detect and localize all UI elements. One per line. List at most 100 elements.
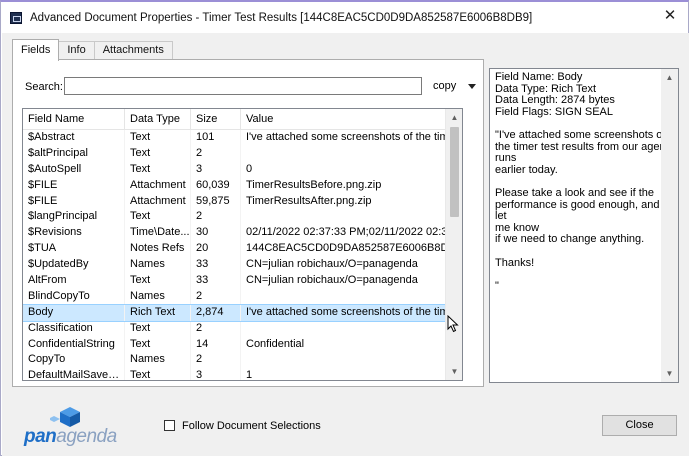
field-name-cell: $langPrincipal <box>23 209 125 226</box>
field-name-cell: $FILE <box>23 193 125 210</box>
field-name-cell: $AutoSpell <box>23 161 125 178</box>
table-row[interactable]: $TUA Notes Refs 20 144C8EAC5CD0D9DA852587E6… <box>23 241 462 258</box>
data-type-cell: Names <box>125 257 191 274</box>
chevron-down-icon <box>468 83 477 89</box>
follow-selections-label[interactable]: Follow Document Selections <box>182 420 321 432</box>
follow-selections-checkbox[interactable] <box>164 420 175 431</box>
table-row[interactable]: ConfidentialString Text 14 Confidential <box>23 336 462 353</box>
table-row[interactable]: $FILE Attachment 60,039 TimerResultsBefore.… <box>23 177 462 194</box>
detail-line: performance is good enough, and let <box>495 198 660 223</box>
table-row[interactable]: BlindCopyTo Names 2 <box>23 288 462 305</box>
scroll-down-icon[interactable]: ▼ <box>446 363 462 380</box>
size-cell: 60,039 <box>191 177 241 194</box>
table-row[interactable]: $UpdatedBy Names 33 CN=julian robichaux/O=p… <box>23 257 462 274</box>
panagenda-wordmark: panagenda <box>24 426 117 447</box>
panagenda-logo: panagenda <box>24 406 134 450</box>
field-name-cell: DefaultMailSaveOp... <box>23 368 125 380</box>
search-input[interactable] <box>64 77 422 95</box>
data-type-cell: Text <box>125 145 191 162</box>
data-type-cell: Attachment <box>125 177 191 194</box>
detail-line: runs <box>495 152 517 165</box>
table-row[interactable]: $FILE Attachment 59,875 TimerResultsAfter.p… <box>23 193 462 210</box>
value-cell: 1 <box>241 368 462 380</box>
data-type-cell: Text <box>125 209 191 226</box>
data-type-cell: Names <box>125 288 191 305</box>
size-cell: 3 <box>191 368 241 380</box>
fields-table: Field Name Data Type Size Value $Abstrac… <box>22 108 463 381</box>
detail-line <box>495 246 674 258</box>
table-row[interactable]: $langPrincipal Text 2 <box>23 209 462 226</box>
detail-line: earlier today. <box>495 163 558 176</box>
table-row[interactable]: Classification Text 2 <box>23 320 462 337</box>
tab-info[interactable]: Info <box>58 41 95 60</box>
field-detail-text: Field Name: Body Data Type: Rich Text Data… <box>495 71 674 292</box>
column-header-size[interactable]: Size <box>191 109 241 130</box>
dialog-window: Advanced Document Properties - Timer Tes… <box>0 0 689 456</box>
tab-strip: Fields Info Attachments <box>12 39 173 61</box>
table-vertical-scrollbar[interactable]: ▲ ▼ <box>445 109 462 380</box>
table-row[interactable]: $altPrincipal Text 2 <box>23 145 462 162</box>
detail-line: Thanks! <box>495 256 535 269</box>
data-type-cell: Attachment <box>125 193 191 210</box>
value-cell: TimerResultsAfter.png.zip <box>241 194 462 210</box>
size-cell: 14 <box>191 336 241 353</box>
panagenda-cube-icon <box>50 407 80 427</box>
fields-panel: Search: copy Field Name Data Type Size V… <box>12 59 484 387</box>
table-row[interactable]: $Abstract Text 101 I've attached some scree… <box>23 130 462 146</box>
value-cell: I've attached some screenshots of the ti… <box>241 305 462 321</box>
window-title: Advanced Document Properties - Timer Tes… <box>30 11 533 24</box>
scroll-up-icon[interactable]: ▲ <box>446 109 462 126</box>
size-cell: 33 <box>191 257 241 274</box>
table-row[interactable]: Body Rich Text 2,874 I've attached some scr… <box>23 303 462 322</box>
scrollbar-thumb[interactable] <box>450 127 459 217</box>
detail-vertical-scrollbar[interactable]: ▲ ▼ <box>661 69 678 382</box>
table-row[interactable]: $Revisions Time\Date... 30 02/11/2022 02:37… <box>23 225 462 242</box>
field-name-cell: $TUA <box>23 241 125 258</box>
table-row[interactable]: AltFrom Text 33 CN=julian robichaux/O=panag… <box>23 273 462 289</box>
field-detail-pane: Field Name: Body Data Type: Rich Text Data… <box>489 68 679 383</box>
window-close-icon[interactable]: ✕ <box>662 8 678 24</box>
data-type-cell: Text <box>125 273 191 289</box>
tab-attachments[interactable]: Attachments <box>93 41 173 60</box>
field-name-cell: BlindCopyTo <box>23 288 125 305</box>
size-cell: 3 <box>191 161 241 178</box>
table-body: $Abstract Text 101 I've attached some scree… <box>23 130 462 380</box>
data-type-cell: Notes Refs <box>125 241 191 258</box>
size-cell: 30 <box>191 225 241 242</box>
detail-line <box>495 269 674 281</box>
field-name-cell: AltFrom <box>23 273 125 289</box>
size-cell: 33 <box>191 273 241 289</box>
search-label: Search: <box>25 81 63 93</box>
table-row[interactable]: DefaultMailSaveOp... Text 3 1 <box>23 368 462 380</box>
fields-table-content: Field Name Data Type Size Value $Abstrac… <box>23 109 462 380</box>
notes-app-icon <box>10 11 22 24</box>
value-cell: 0 <box>241 162 462 178</box>
field-name-cell: $FILE <box>23 177 125 194</box>
size-cell: 101 <box>191 130 241 146</box>
table-row[interactable]: $AutoSpell Text 3 0 <box>23 161 462 178</box>
scroll-up-icon[interactable]: ▲ <box>661 69 678 86</box>
scroll-down-icon[interactable]: ▼ <box>661 365 678 382</box>
data-type-cell: Text <box>125 368 191 380</box>
column-header-value[interactable]: Value <box>241 109 462 130</box>
size-cell: 2 <box>191 352 241 369</box>
copy-dropdown-button[interactable]: copy <box>433 80 477 92</box>
detail-line: if we need to change anything. <box>495 233 645 246</box>
tab-fields[interactable]: Fields <box>12 39 60 61</box>
field-name-cell: CopyTo <box>23 352 125 369</box>
title-bar: Advanced Document Properties - Timer Tes… <box>1 2 688 33</box>
detail-line: the timer test results from our agent <box>495 140 669 153</box>
detail-line: Please take a look and see if the <box>495 186 654 199</box>
size-cell: 59,875 <box>191 193 241 210</box>
size-cell: 2 <box>191 320 241 337</box>
close-button[interactable]: Close <box>602 415 677 436</box>
value-cell: 02/11/2022 02:37:33 PM;02/11/2022 02:37:… <box>241 225 462 241</box>
mouse-cursor-icon <box>447 315 459 333</box>
column-header-field-name[interactable]: Field Name <box>23 109 125 130</box>
dialog-body: Fields Info Attachments Search: copy Fie… <box>2 33 689 456</box>
detail-line: Field Flags: SIGN SEAL <box>495 105 613 118</box>
table-row[interactable]: CopyTo Names 2 <box>23 352 462 369</box>
detail-line: " <box>495 279 499 292</box>
column-header-data-type[interactable]: Data Type <box>125 109 191 130</box>
data-type-cell: Rich Text <box>125 304 191 321</box>
